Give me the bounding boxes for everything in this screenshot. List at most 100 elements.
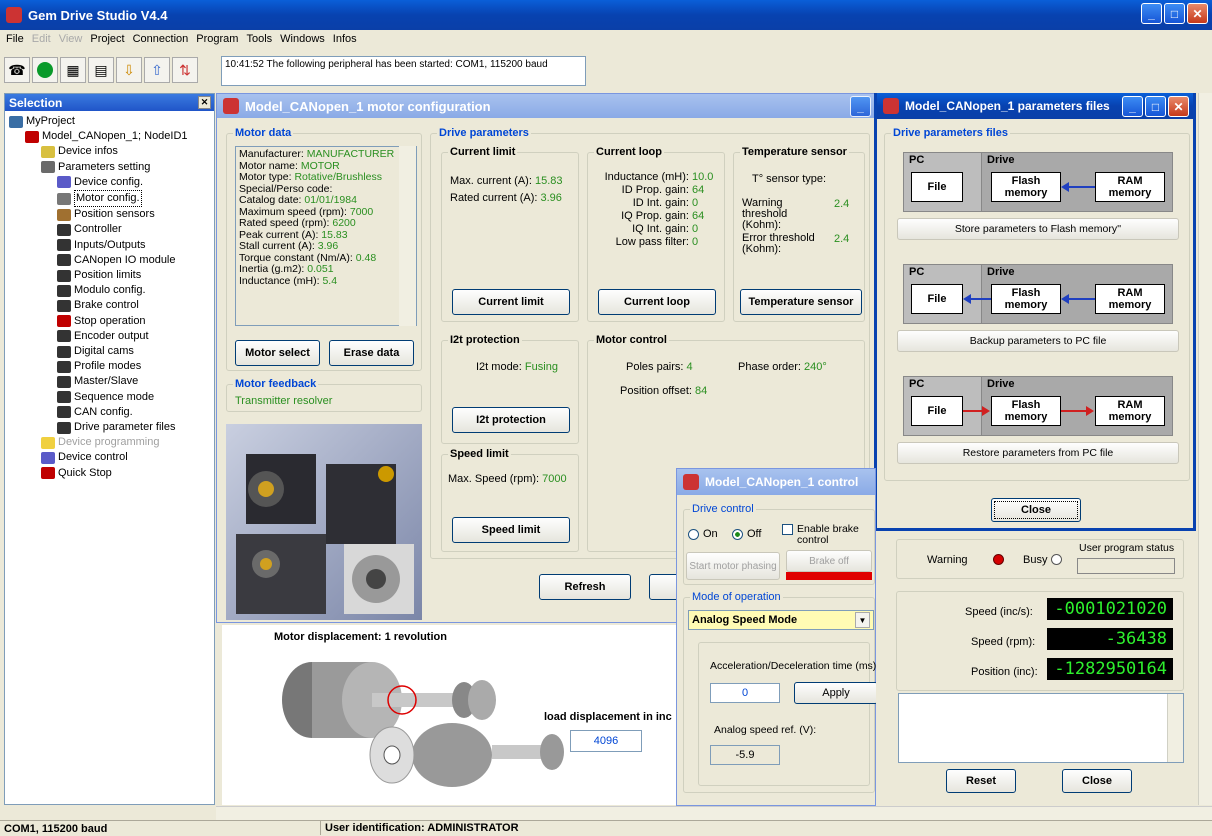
tree-item[interactable]: MyProject: [7, 114, 212, 129]
restore-from-pc-button[interactable]: Restore parameters from PC file: [897, 442, 1179, 464]
erase-data-button[interactable]: Erase data: [329, 340, 414, 366]
warning-indicator-icon: [993, 554, 1004, 565]
brake-off-button[interactable]: Brake off: [786, 550, 872, 572]
mode-select[interactable]: Analog Speed Mode ▼: [688, 610, 874, 630]
files-maximize-button[interactable]: □: [1145, 96, 1166, 117]
menu-bar: File Edit View Project Connection Program Tool…: [0, 30, 1212, 50]
status-led-icon[interactable]: [32, 57, 58, 83]
settings-icon: [41, 161, 55, 174]
store-to-flash-button[interactable]: Store parameters to Flash memory'': [897, 218, 1179, 240]
tree-item-label: Drive parameter files: [74, 421, 176, 434]
selection-tree: MyProject Model_CANopen_1; NodeID1 Device …: [5, 111, 214, 484]
menu-item-project[interactable]: Project: [90, 33, 124, 47]
tree-item[interactable]: Device infos: [7, 144, 212, 159]
cams-icon: [57, 345, 71, 358]
off-radio[interactable]: Off: [732, 528, 761, 540]
temperature-sensor-group: Temperature sensor T° sensor type: Warni…: [733, 146, 865, 322]
tree-item[interactable]: Master/Slave: [7, 374, 212, 389]
transfer-icon[interactable]: ⇅: [172, 57, 198, 83]
tree-item[interactable]: Digital cams: [7, 344, 212, 359]
menu-item-program[interactable]: Program: [196, 33, 238, 47]
current-limit-button[interactable]: Current limit: [452, 289, 570, 315]
document-icon[interactable]: ▤: [88, 57, 114, 83]
chevron-down-icon[interactable]: ▼: [855, 612, 870, 628]
main-vertical-scrollbar[interactable]: [1198, 93, 1212, 805]
upload-icon[interactable]: ⇧: [144, 57, 170, 83]
tree-item[interactable]: Brake control: [7, 298, 212, 313]
message-log-scrollbar[interactable]: [1167, 694, 1183, 762]
start-motor-phasing-button[interactable]: Start motor phasing: [686, 552, 780, 580]
limits-icon: [57, 269, 71, 282]
motor-data-scrollbar[interactable]: [399, 146, 416, 326]
drive-control-group: Drive control On Off Enable brake contro…: [683, 503, 875, 585]
tree-item[interactable]: Device config.: [7, 175, 212, 190]
enable-brake-checkbox[interactable]: Enable brake control: [782, 524, 867, 546]
tree-item[interactable]: Motor config.: [7, 190, 212, 208]
motor-config-titlebar[interactable]: Model_CANopen_1 motor configuration _: [217, 94, 875, 118]
tree-item[interactable]: Modulo config.: [7, 283, 212, 298]
main-horizontal-scrollbar[interactable]: [216, 806, 1212, 820]
tree-item[interactable]: Stop operation: [7, 314, 212, 329]
tree-item[interactable]: Model_CANopen_1; NodeID1: [7, 129, 212, 144]
temperature-sensor-button[interactable]: Temperature sensor: [740, 289, 862, 315]
displacement-panel: Motor displacement: 1 revolution load di…: [222, 625, 678, 805]
backup-to-pc-button[interactable]: Backup parameters to PC file: [897, 330, 1179, 352]
parameters-files-titlebar[interactable]: Model_CANopen_1 parameters files _ □ ✕: [877, 93, 1193, 119]
tree-item[interactable]: Position limits: [7, 268, 212, 283]
tree-item[interactable]: Encoder output: [7, 329, 212, 344]
sensor-icon: [57, 208, 71, 221]
tree-item[interactable]: Drive parameter files: [7, 420, 212, 435]
control-title: Model_CANopen_1 control: [705, 475, 859, 489]
accel-input[interactable]: 0: [710, 683, 780, 703]
current-loop-row: Inductance (mH): 10.0: [604, 171, 714, 183]
speed-limit-button[interactable]: Speed limit: [452, 517, 570, 543]
position-offset-row: Position offset: 84: [620, 385, 708, 397]
apply-button[interactable]: Apply: [794, 682, 878, 704]
menu-item-tools[interactable]: Tools: [246, 33, 272, 47]
mode-of-operation-group: Mode of operation Analog Speed Mode ▼ Ac…: [683, 591, 879, 793]
tree-item[interactable]: Inputs/Outputs: [7, 238, 212, 253]
control-close-button[interactable]: Close: [1062, 769, 1132, 793]
connection-icon[interactable]: ☎: [4, 57, 30, 83]
tree-item[interactable]: Quick Stop: [7, 466, 212, 481]
on-radio[interactable]: On: [688, 528, 718, 540]
tree-item[interactable]: Device control: [7, 450, 212, 465]
tree-item[interactable]: Sequence mode: [7, 390, 212, 405]
i2t-protection-button[interactable]: I2t protection: [452, 407, 570, 433]
menu-item-windows[interactable]: Windows: [280, 33, 325, 47]
drive-icon: [25, 130, 39, 143]
reset-button[interactable]: Reset: [946, 769, 1016, 793]
selection-close-icon[interactable]: ✕: [198, 96, 211, 109]
files-close-icon[interactable]: ✕: [1168, 96, 1189, 117]
minimize-button[interactable]: _: [1141, 3, 1162, 24]
tree-item[interactable]: CANopen IO module: [7, 253, 212, 268]
refresh-button[interactable]: Refresh: [539, 574, 631, 600]
menu-item-connection[interactable]: Connection: [133, 33, 189, 47]
message-log: [898, 693, 1184, 763]
load-displacement-value: 4096: [570, 730, 642, 752]
current-loop-button[interactable]: Current loop: [598, 289, 716, 315]
tree-item[interactable]: Device programming: [7, 435, 212, 450]
app-title-bar[interactable]: Gem Drive Studio V4.4 _ □ ✕: [0, 0, 1212, 30]
files-close-button[interactable]: Close: [991, 498, 1081, 522]
control-titlebar[interactable]: Model_CANopen_1 control: [677, 469, 875, 495]
chip-icon[interactable]: ▦: [60, 57, 86, 83]
tree-item[interactable]: Controller: [7, 222, 212, 237]
download-icon[interactable]: ⇩: [116, 57, 142, 83]
motor-select-button[interactable]: Motor select: [235, 340, 320, 366]
tree-item[interactable]: Position sensors: [7, 207, 212, 222]
motor-config-minimize-button[interactable]: _: [850, 96, 871, 117]
menu-item-edit[interactable]: Edit: [32, 33, 51, 47]
maximize-button[interactable]: □: [1164, 3, 1185, 24]
files-minimize-button[interactable]: _: [1122, 96, 1143, 117]
tree-item[interactable]: Profile modes: [7, 359, 212, 374]
tree-item-label: Encoder output: [74, 329, 149, 342]
close-button[interactable]: ✕: [1187, 3, 1208, 24]
menu-item-file[interactable]: File: [6, 33, 24, 47]
tree-item[interactable]: Parameters setting: [7, 160, 212, 175]
tree-item[interactable]: CAN config.: [7, 405, 212, 420]
motor-config-title: Model_CANopen_1 motor configuration: [245, 98, 491, 114]
menu-item-view[interactable]: View: [59, 33, 83, 47]
current-loop-row: ID Int. gain: 0: [632, 197, 699, 209]
menu-item-infos[interactable]: Infos: [333, 33, 357, 47]
